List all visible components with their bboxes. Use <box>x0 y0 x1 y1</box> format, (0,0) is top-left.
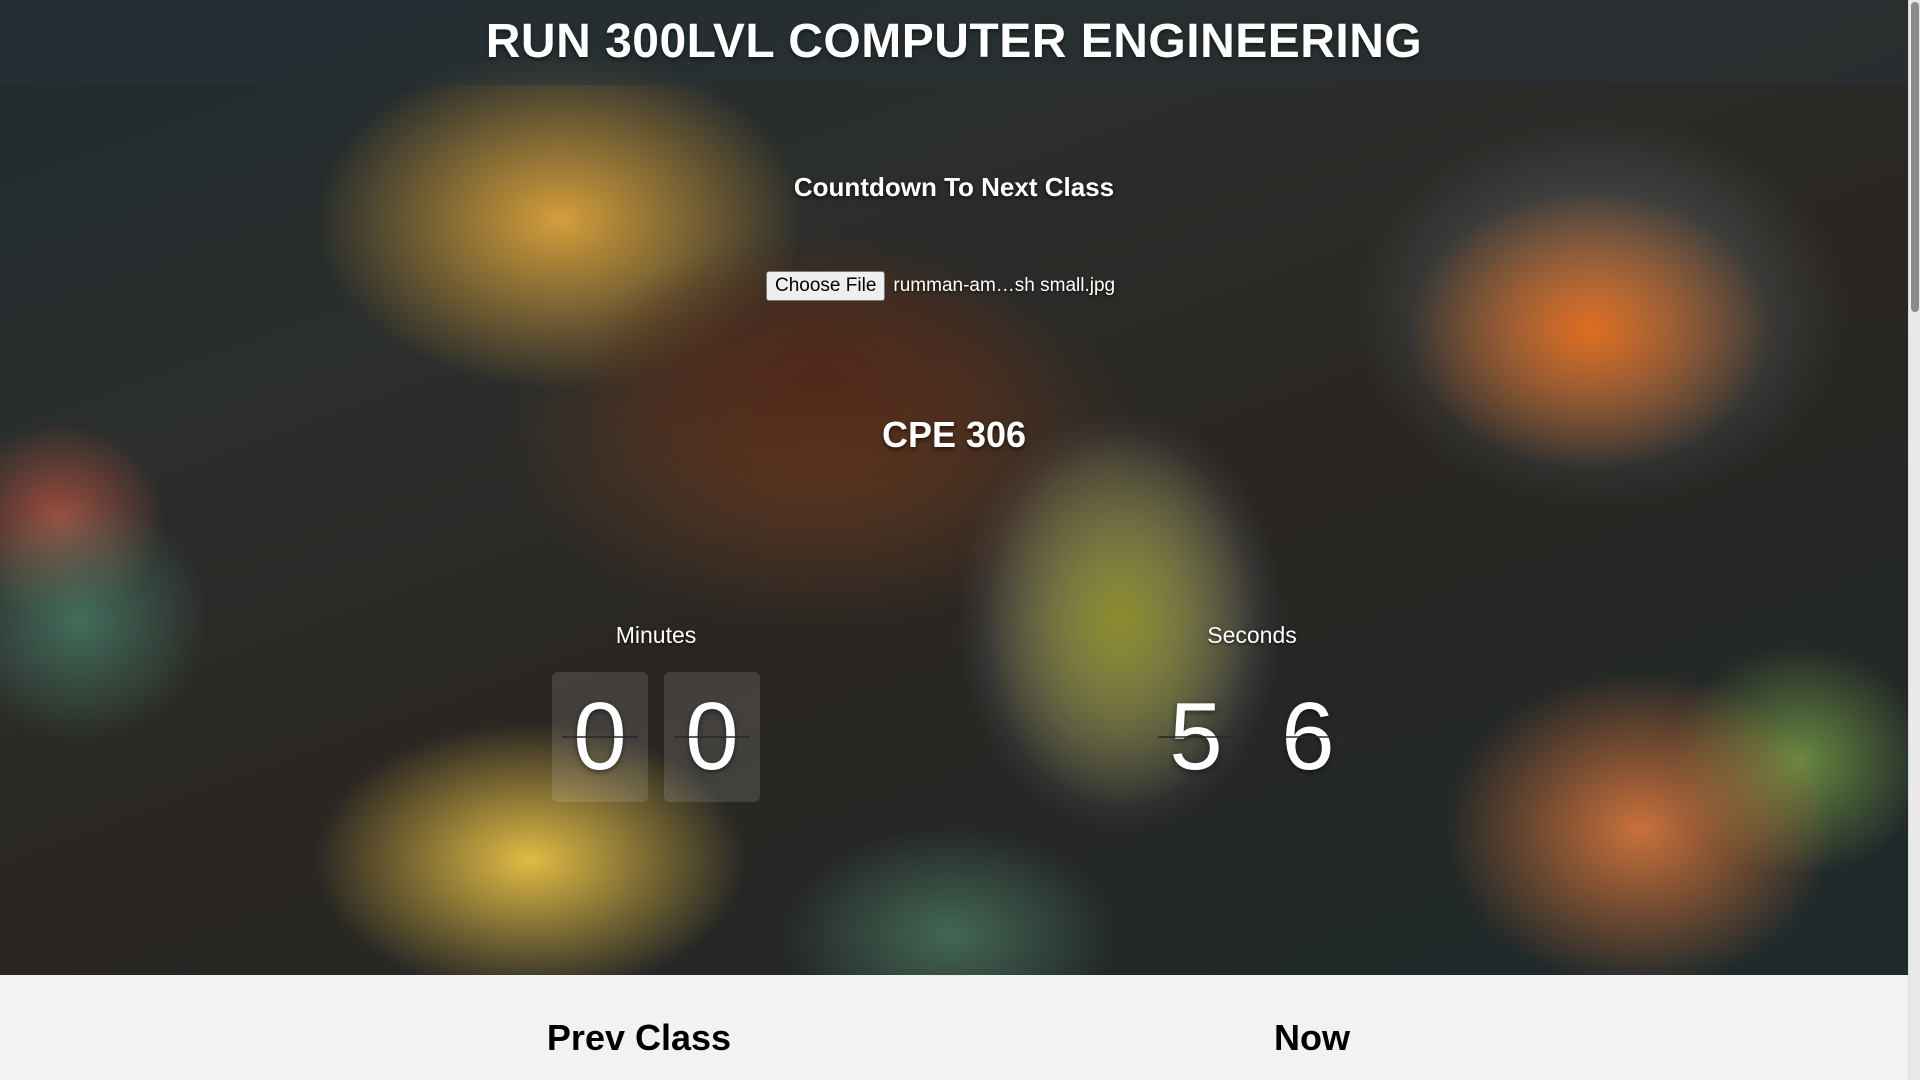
background-file-picker[interactable]: Choose File rumman-am…sh small.jpg <box>766 271 1115 301</box>
page-title: RUN 300LVL COMPUTER ENGINEERING <box>485 15 1423 68</box>
minutes-digit-ones: 0 <box>664 672 760 802</box>
page: RUN 300LVL COMPUTER ENGINEERING Countdow… <box>0 0 1908 1080</box>
class-schedule-section: Prev Class Now <box>0 975 1908 1080</box>
scrollbar-thumb[interactable] <box>1911 2 1919 312</box>
minutes-digit-tens: 0 <box>552 672 648 802</box>
seconds-digit-tens: 5 <box>1148 672 1244 802</box>
seconds-digit-ones: 6 <box>1260 672 1356 802</box>
flip-divider <box>1158 736 1234 738</box>
now-heading: Now <box>1274 1017 1350 1058</box>
next-course-code: CPE 306 <box>881 414 1027 455</box>
flip-divider <box>1270 736 1346 738</box>
hero-background: RUN 300LVL COMPUTER ENGINEERING Countdow… <box>0 0 1908 975</box>
prev-class-heading: Prev Class <box>546 1017 732 1058</box>
selected-file-name: rumman-am…sh small.jpg <box>893 275 1116 296</box>
minutes-label: Minutes <box>615 622 697 648</box>
countdown-heading: Countdown To Next Class <box>793 172 1115 202</box>
flip-divider <box>674 736 750 738</box>
choose-file-button[interactable]: Choose File <box>766 271 886 301</box>
vertical-scrollbar[interactable] <box>1908 0 1920 1080</box>
flip-divider <box>562 736 638 738</box>
title-bar: RUN 300LVL COMPUTER ENGINEERING <box>0 0 1908 85</box>
seconds-label: Seconds <box>1207 622 1297 648</box>
